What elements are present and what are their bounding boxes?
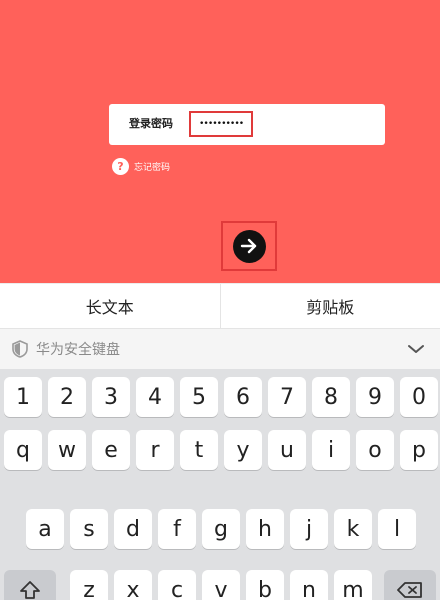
key-s[interactable]: s — [70, 509, 108, 549]
key-w[interactable]: w — [48, 430, 86, 470]
key-r[interactable]: r — [136, 430, 174, 470]
long-text-button[interactable]: 长文本 — [0, 284, 220, 328]
key-2[interactable]: 2 — [48, 377, 86, 417]
keyboard-title: 华为安全键盘 — [36, 342, 120, 358]
clipboard-button[interactable]: 剪贴板 — [219, 284, 440, 328]
key-0[interactable]: 0 — [400, 377, 438, 417]
key-k[interactable]: k — [334, 509, 372, 549]
key-4[interactable]: 4 — [136, 377, 174, 417]
collapse-keyboard-button[interactable] — [406, 340, 426, 358]
key-7[interactable]: 7 — [268, 377, 306, 417]
key-e[interactable]: e — [92, 430, 130, 470]
question-icon: ? — [112, 157, 129, 175]
key-l[interactable]: l — [378, 509, 416, 549]
key-a[interactable]: a — [26, 509, 64, 549]
key-m[interactable]: m — [334, 570, 372, 600]
backspace-key[interactable] — [384, 570, 436, 600]
shield-icon — [12, 340, 28, 358]
key-3[interactable]: 3 — [92, 377, 130, 417]
key-q[interactable]: q — [4, 430, 42, 470]
shift-key[interactable] — [4, 570, 56, 600]
password-label: 登录密码 — [129, 117, 173, 130]
submit-button[interactable] — [232, 229, 266, 263]
key-9[interactable]: 9 — [356, 377, 394, 417]
key-y[interactable]: y — [224, 430, 262, 470]
key-x[interactable]: x — [114, 570, 152, 600]
key-o[interactable]: o — [356, 430, 394, 470]
submit-highlight — [221, 221, 277, 271]
key-j[interactable]: j — [290, 509, 328, 549]
key-i[interactable]: i — [312, 430, 350, 470]
key-g[interactable]: g — [202, 509, 240, 549]
password-card: 登录密码 — [109, 104, 385, 145]
key-b[interactable]: b — [246, 570, 284, 600]
key-6[interactable]: 6 — [224, 377, 262, 417]
key-8[interactable]: 8 — [312, 377, 350, 417]
clipboard-bar: 长文本 剪贴板 — [0, 283, 440, 329]
key-t[interactable]: t — [180, 430, 218, 470]
login-screen: 登录密码 ? 忘记密码 — [0, 0, 440, 283]
keyboard: 1 2 3 4 5 6 7 8 9 0 q w e r t y u i o p … — [0, 369, 440, 600]
backspace-icon — [397, 582, 422, 598]
forgot-password-label: 忘记密码 — [134, 162, 171, 173]
chevron-down-icon — [408, 345, 424, 353]
shift-icon — [20, 581, 40, 599]
forgot-password-link[interactable]: ? 忘记密码 — [112, 157, 170, 175]
key-1[interactable]: 1 — [4, 377, 42, 417]
key-v[interactable]: v — [202, 570, 240, 600]
key-f[interactable]: f — [158, 509, 196, 549]
key-h[interactable]: h — [246, 509, 284, 549]
password-input[interactable] — [189, 111, 253, 137]
key-c[interactable]: c — [158, 570, 196, 600]
key-z[interactable]: z — [70, 570, 108, 600]
arrow-right-icon — [240, 238, 257, 254]
key-u[interactable]: u — [268, 430, 306, 470]
key-n[interactable]: n — [290, 570, 328, 600]
key-p[interactable]: p — [400, 430, 438, 470]
key-5[interactable]: 5 — [180, 377, 218, 417]
keyboard-header: 华为安全键盘 — [0, 329, 440, 369]
key-d[interactable]: d — [114, 509, 152, 549]
